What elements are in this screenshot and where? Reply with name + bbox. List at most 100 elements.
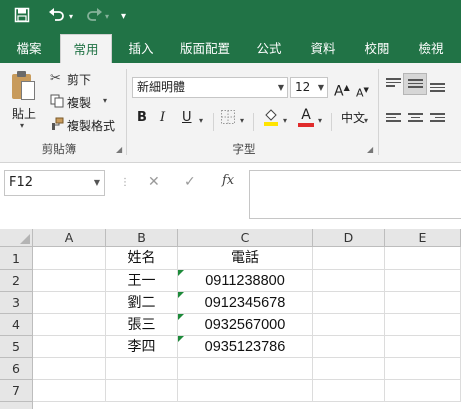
cell-a5[interactable] [33, 336, 106, 358]
cell-b6[interactable] [106, 358, 178, 380]
cell-b1[interactable]: 姓名 [106, 247, 178, 270]
cell-c2[interactable]: 0911238800 [178, 270, 313, 292]
row-header-8[interactable] [0, 402, 33, 409]
font-color-dropdown-icon[interactable]: ▾ [318, 113, 322, 129]
decrease-font-size-button[interactable]: A▼ [356, 82, 369, 102]
align-bottom-icon[interactable] [430, 83, 445, 95]
cell-e4[interactable] [385, 314, 461, 336]
name-box[interactable]: F12 ▼ [4, 170, 105, 196]
row-header-1[interactable]: 1 [0, 247, 33, 270]
cell-a4[interactable] [33, 314, 106, 336]
row-header-2[interactable]: 2 [0, 270, 33, 292]
cell-c5[interactable]: 0935123786 [178, 336, 313, 358]
tab-home[interactable]: 常用 [60, 34, 112, 63]
phonetic-guide-button[interactable]: 中文 [341, 110, 365, 126]
font-size-dropdown[interactable]: 12 ▼ [290, 77, 328, 98]
enter-icon[interactable]: ✓ [184, 174, 196, 190]
phonetic-dropdown-icon[interactable]: ▾ [364, 113, 368, 129]
undo-icon[interactable] [48, 7, 66, 28]
cell-c4[interactable]: 0932567000 [178, 314, 313, 336]
select-all-button[interactable] [0, 229, 33, 247]
cell-d7[interactable] [313, 380, 385, 402]
scissors-icon: ✂ [50, 71, 61, 86]
paste-dropdown-icon[interactable]: ▾ [20, 121, 24, 130]
formula-bar-resize-handle[interactable]: ⋮ [120, 177, 130, 188]
increase-font-size-button[interactable]: A▲ [334, 80, 350, 100]
bold-button[interactable]: B [137, 110, 147, 126]
align-top-icon[interactable] [386, 78, 401, 90]
cell-b2[interactable]: 王一 [106, 270, 178, 292]
cell-b7[interactable] [106, 380, 178, 402]
clipboard-launcher-icon[interactable]: ◢ [116, 145, 122, 154]
cell-e5[interactable] [385, 336, 461, 358]
undo-dropdown-icon[interactable]: ▾ [69, 7, 73, 27]
cell-b5[interactable]: 李四 [106, 336, 178, 358]
cell-d3[interactable] [313, 292, 385, 314]
row-header-4[interactable]: 4 [0, 314, 33, 336]
redo-icon[interactable] [85, 7, 103, 28]
formula-input[interactable] [249, 170, 461, 219]
row-header-3[interactable]: 3 [0, 292, 33, 314]
font-color-button[interactable]: A [298, 107, 314, 127]
column-header-c[interactable]: C [178, 229, 313, 247]
cell-d2[interactable] [313, 270, 385, 292]
tab-insert[interactable]: 插入 [118, 34, 164, 63]
italic-button[interactable]: I [160, 110, 165, 126]
cell-b4[interactable]: 張三 [106, 314, 178, 336]
cell-d6[interactable] [313, 358, 385, 380]
column-header-a[interactable]: A [33, 229, 106, 247]
align-center-icon[interactable] [408, 113, 423, 125]
cell-d5[interactable] [313, 336, 385, 358]
cell-a7[interactable] [33, 380, 106, 402]
underline-button[interactable]: U [182, 110, 192, 126]
cell-c7[interactable] [178, 380, 313, 402]
cell-e2[interactable] [385, 270, 461, 292]
divider [331, 113, 332, 131]
fill-color-dropdown-icon[interactable]: ▾ [283, 113, 287, 129]
tab-file[interactable]: 檔案 [6, 34, 52, 63]
cell-a1[interactable] [33, 247, 106, 270]
align-left-icon[interactable] [386, 113, 401, 125]
error-indicator-icon [178, 292, 184, 298]
cell-e3[interactable] [385, 292, 461, 314]
redo-dropdown-icon[interactable]: ▾ [105, 7, 109, 27]
tab-formulas[interactable]: 公式 [246, 34, 292, 63]
tab-review[interactable]: 校閱 [354, 34, 400, 63]
cell-c1[interactable]: 電話 [178, 247, 313, 270]
cell-a2[interactable] [33, 270, 106, 292]
font-launcher-icon[interactable]: ◢ [367, 145, 373, 154]
save-icon[interactable] [14, 7, 30, 28]
cell-e1[interactable] [385, 247, 461, 270]
row-header-7[interactable]: 7 [0, 380, 33, 402]
align-right-icon[interactable] [430, 113, 445, 125]
cell-e6[interactable] [385, 358, 461, 380]
column-header-d[interactable]: D [313, 229, 385, 247]
row-header-5[interactable]: 5 [0, 336, 33, 358]
customize-qat-icon[interactable]: ▾ [121, 7, 126, 27]
borders-dropdown-icon[interactable]: ▾ [240, 113, 244, 129]
tab-page-layout[interactable]: 版面配置 [174, 34, 236, 63]
underline-dropdown-icon[interactable]: ▾ [199, 113, 203, 129]
cell-c6[interactable] [178, 358, 313, 380]
row-header-6[interactable]: 6 [0, 358, 33, 380]
cell-c3[interactable]: 0912345678 [178, 292, 313, 314]
column-header-e[interactable]: E [385, 229, 461, 247]
copy-dropdown-icon[interactable]: ▾ [103, 96, 107, 105]
font-name-dropdown[interactable]: 新細明體 ▼ [132, 77, 288, 98]
cell-b3[interactable]: 劉二 [106, 292, 178, 314]
cancel-icon[interactable]: ✕ [148, 174, 160, 190]
fill-color-button[interactable] [263, 107, 279, 132]
cell-e7[interactable] [385, 380, 461, 402]
cell-d4[interactable] [313, 314, 385, 336]
insert-function-button[interactable]: fx [222, 173, 234, 188]
tab-data[interactable]: 資料 [300, 34, 346, 63]
column-header-b[interactable]: B [106, 229, 178, 247]
title-bar: ▾ ▾ ▾ [0, 0, 461, 34]
borders-button[interactable] [220, 109, 236, 130]
cell-a6[interactable] [33, 358, 106, 380]
tab-view[interactable]: 檢視 [408, 34, 454, 63]
align-middle-button[interactable] [403, 73, 427, 95]
cell-a3[interactable] [33, 292, 106, 314]
chevron-down-icon: ▼ [277, 83, 284, 92]
cell-d1[interactable] [313, 247, 385, 270]
